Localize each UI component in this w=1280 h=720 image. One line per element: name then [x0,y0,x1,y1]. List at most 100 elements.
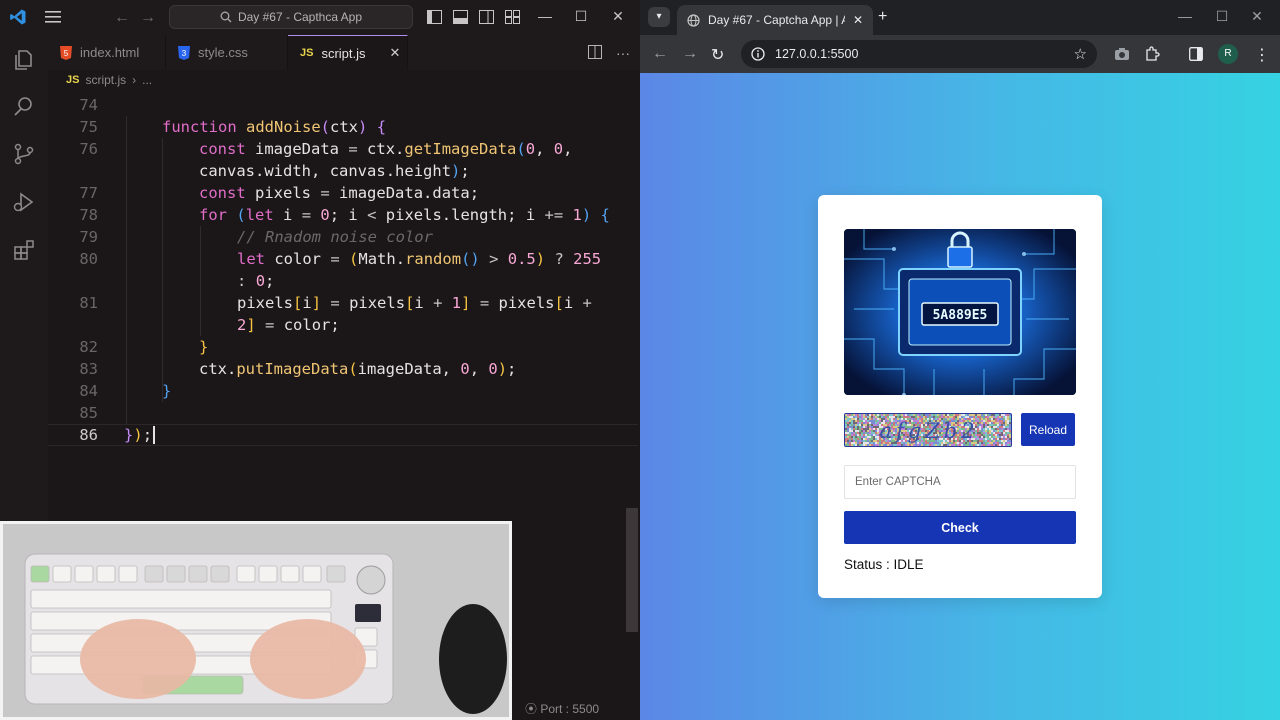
code-text: const imageData = ctx.getImageData(0, 0, [199,140,573,158]
tab-index-html[interactable]: 5 index.html [48,35,166,70]
editor-scrollbar[interactable] [626,508,638,632]
breadcrumb-separator: › [132,73,137,87]
minimize-icon[interactable]: — [535,8,555,24]
code-comment: // Rnadom noise color [237,228,433,246]
close-icon[interactable]: ✕ [1247,8,1267,25]
extensions-icon[interactable] [12,238,36,262]
code-text: }); [124,424,156,446]
code-text: pixels[i] = pixels[i + 1] = pixels[i + [237,294,592,312]
camera-icon[interactable] [1114,47,1130,61]
chrome-tabstrip: ▾ Day #67 - Captcha App | AsmrP ✕ + — ☐ … [640,0,1280,35]
back-icon[interactable]: ← [652,45,668,63]
command-center-search[interactable]: Day #67 - Capthca App [169,5,413,29]
search-icon [220,11,232,23]
tab-title: Day #67 - Captcha App | AsmrP [708,13,845,27]
close-icon[interactable]: ✕ [608,8,628,25]
circuit-lock-image: 5A889E5 [844,229,1076,395]
code-text: } [199,338,209,356]
split-editor-icon[interactable] [588,45,602,59]
css3-icon: 3 [178,45,190,60]
code-text: function addNoise(ctx) { [162,118,387,136]
text-cursor [153,426,156,444]
toggle-sidebar-icon[interactable] [427,10,442,24]
window-title: Day #67 - Capthca App [237,10,363,24]
webcam-overlay [0,521,512,720]
page-viewport: 5A889E5 afgZb2 Reload Check Status : IDL… [640,73,1280,720]
tab-label: script.js [321,45,366,61]
svg-text:3: 3 [182,49,187,58]
minimize-icon[interactable]: — [1175,8,1195,24]
forward-icon[interactable]: → [140,9,156,27]
breadcrumb-more[interactable]: ... [142,73,152,87]
globe-icon [687,13,700,27]
reload-button[interactable]: Reload [1021,413,1075,446]
tab-label: index.html [80,45,140,60]
tab-label: style.css [198,45,248,60]
code-text: canvas.width, canvas.height); [199,162,470,180]
star-icon[interactable]: ☆ [1074,45,1087,63]
indent-guide [200,226,201,336]
editor-actions: ··· [588,45,630,61]
toggle-secondary-sidebar-icon[interactable] [479,10,494,24]
breadcrumb-file[interactable]: script.js [85,73,126,87]
vscode-titlebar: ← → Day #67 - Capthca App — ☐ ✕ [0,0,640,35]
breadcrumb: JS script.js › ... [66,73,152,87]
vscode-logo-icon [10,9,26,25]
hero-image: 5A889E5 [844,229,1076,395]
javascript-icon: JS [66,74,80,86]
keyboard-hands-video [3,524,509,717]
html5-icon: 5 [60,45,72,60]
code-text: ctx.putImageData(imageData, 0, 0); [199,360,517,378]
code-editor[interactable]: 74 75 function addNoise(ctx) { 76 const im… [48,94,638,520]
indent-guide [162,138,163,402]
tab-search-dropdown-icon[interactable]: ▾ [648,7,670,27]
address-bar[interactable]: 127.0.0.1:5500 ☆ [741,40,1097,68]
vscode-window: ← → Day #67 - Capthca App — ☐ ✕ 5 index.… [0,0,640,720]
sidebar-icon[interactable] [1189,47,1203,61]
extension-puzzle-icon[interactable] [1144,46,1160,62]
captcha-input[interactable] [844,465,1076,499]
captcha-canvas: afgZb2 [844,413,1012,447]
code-text: : 0; [237,272,275,290]
search-icon[interactable] [12,94,36,118]
maximize-icon[interactable]: ☐ [571,8,591,25]
hero-code-text: 5A889E5 [933,308,988,323]
captcha-card: 5A889E5 afgZb2 Reload Check Status : IDL… [818,195,1102,598]
svg-text:5: 5 [64,49,69,58]
check-button[interactable]: Check [844,511,1076,544]
tab-style-css[interactable]: 3 style.css [166,35,288,70]
info-icon[interactable] [751,47,765,61]
maximize-icon[interactable]: ☐ [1212,8,1232,25]
run-debug-icon[interactable] [12,190,36,214]
new-tab-icon[interactable]: + [878,8,887,26]
source-control-icon[interactable] [12,142,36,166]
status-port[interactable]: ⦿ Port : 5500 [525,700,599,717]
code-text: let color = (Math.random() > 0.5) ? 255 [237,250,602,268]
code-text: } [162,382,172,400]
url-text: 127.0.0.1:5500 [775,47,859,61]
forward-icon[interactable]: → [682,45,698,63]
files-icon[interactable] [12,48,36,72]
reload-icon[interactable]: ↻ [711,45,724,65]
toggle-panel-icon[interactable] [453,10,468,24]
customize-layout-icon[interactable] [505,10,520,24]
captcha-text: afgZb2 [879,419,979,443]
code-text: for (let i = 0; i < pixels.length; i += … [199,206,610,224]
close-tab-icon[interactable]: ✕ [853,13,863,27]
chrome-toolbar: ← → ↻ 127.0.0.1:5500 ☆ R ⋮ [640,35,1280,73]
close-tab-icon[interactable]: ✕ [390,45,401,61]
javascript-icon: JS [300,47,314,59]
more-actions-icon[interactable]: ··· [616,45,630,61]
profile-avatar[interactable]: R [1218,44,1238,64]
code-text: const pixels = imageData.data; [199,184,480,202]
tab-script-js[interactable]: JS script.js ✕ [288,35,408,70]
browser-tab[interactable]: Day #67 - Captcha App | AsmrP ✕ [677,5,873,35]
indent-guide [126,116,127,424]
editor-tabs: 5 index.html 3 style.css JS script.js ✕ [48,35,640,70]
menu-icon[interactable] [44,9,62,25]
status-text: Status : IDLE [844,557,924,572]
chrome-window: ▾ Day #67 - Captcha App | AsmrP ✕ + — ☐ … [640,0,1280,720]
more-icon[interactable]: ⋮ [1254,45,1270,65]
back-icon[interactable]: ← [114,9,130,27]
code-text: 2] = color; [237,316,340,334]
